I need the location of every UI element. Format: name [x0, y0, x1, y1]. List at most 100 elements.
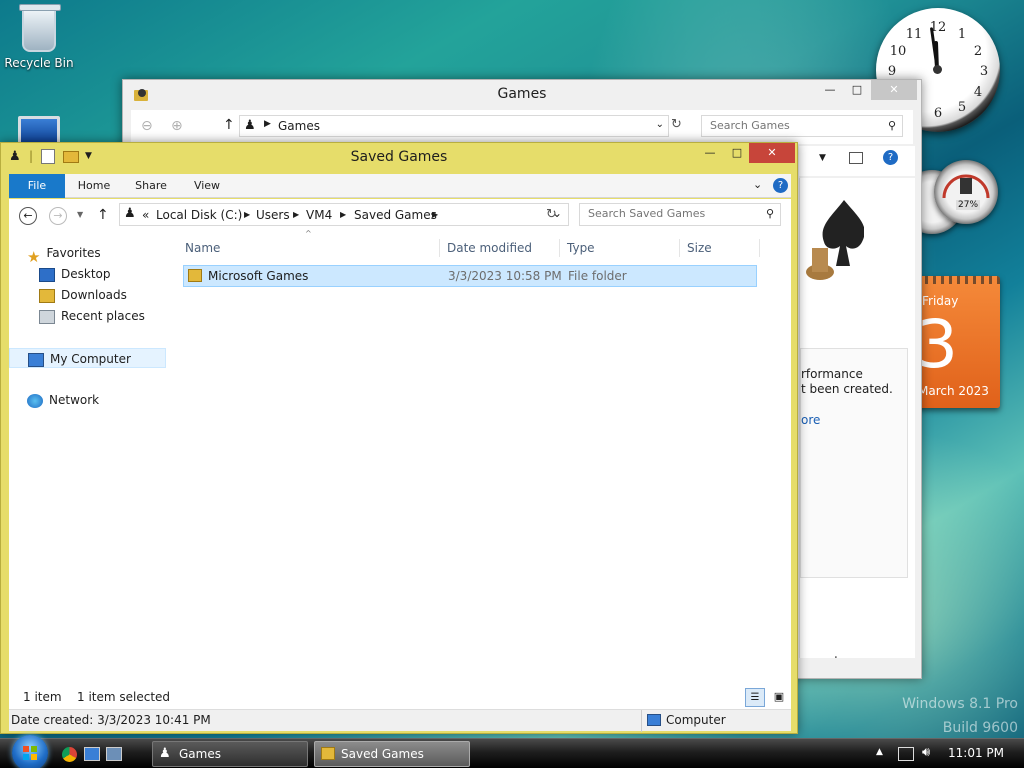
cpu-percent: 27% — [956, 200, 981, 210]
details-view-icon[interactable]: ☰ — [745, 688, 765, 707]
games-search-input[interactable] — [710, 119, 880, 132]
help-icon[interactable]: ? — [773, 178, 788, 193]
games-crumb[interactable]: Games — [278, 119, 320, 133]
games-refresh-icon[interactable]: ↻ — [671, 117, 682, 132]
games-up-icon[interactable]: ↑ — [223, 117, 235, 133]
row-name: Microsoft Games — [208, 269, 309, 283]
chrome-icon[interactable] — [62, 747, 77, 762]
memory-meter-gadget[interactable]: 27% — [934, 160, 998, 224]
games-partial-text-2: t been created. — [801, 382, 893, 396]
breadcrumb-saved-games[interactable]: Saved Games — [354, 208, 437, 222]
saved-minimize-button[interactable]: — — [697, 143, 723, 163]
tab-share[interactable]: Share — [127, 174, 175, 198]
nav-recent-places[interactable]: Recent places — [39, 306, 145, 326]
games-address-dropdown-icon[interactable]: ⌄ — [656, 119, 664, 130]
network-tray-icon[interactable] — [898, 747, 914, 761]
tray-overflow-icon[interactable]: ▲ — [876, 747, 883, 757]
meter-needle-icon — [942, 174, 990, 199]
start-button[interactable] — [12, 735, 48, 768]
nav-network[interactable]: Network — [27, 390, 99, 410]
recent-locations-icon[interactable]: ▼ — [77, 210, 83, 219]
breadcrumb-vm4[interactable]: VM4 — [306, 208, 332, 222]
clock-time[interactable]: 11:01 PM — [948, 746, 1004, 760]
volume-icon[interactable]: 🔊︎ — [922, 745, 930, 760]
taskbar-saved-games-label: Saved Games — [341, 747, 424, 761]
clock-number: 1 — [957, 27, 967, 42]
games-titlebar[interactable]: Games — □ ✕ — [123, 80, 921, 108]
column-type[interactable]: Type — [567, 235, 677, 261]
address-bar[interactable]: ♟ « Local Disk (C:) ▶ Users ▶ VM4 ▶ Save… — [119, 203, 569, 226]
nav-computer-label: My Computer — [50, 352, 131, 366]
back-icon[interactable]: ← — [19, 207, 37, 225]
calendar-gadget[interactable]: Friday 3 March 2023 — [912, 276, 1000, 408]
search-input[interactable] — [588, 207, 758, 220]
date-created: Date created: 3/3/2023 10:41 PM — [11, 713, 211, 727]
games-close-button[interactable]: ✕ — [871, 80, 917, 100]
tab-file[interactable]: File — [9, 174, 65, 198]
games-preview-pane-icon[interactable] — [849, 152, 863, 164]
column-size[interactable]: Size — [687, 235, 757, 261]
forward-icon[interactable]: → — [49, 207, 67, 225]
games-window-title: Games — [497, 86, 547, 102]
nav-desktop[interactable]: Desktop — [39, 264, 111, 284]
games-help-icon[interactable]: ? — [883, 150, 898, 165]
games-toolbar-right: ▼ ? — [799, 146, 915, 176]
nav-downloads[interactable]: Downloads — [39, 285, 127, 305]
saved-close-button[interactable]: ✕ — [749, 143, 795, 163]
switch-windows-icon[interactable] — [106, 747, 122, 761]
column-separator[interactable] — [679, 239, 680, 257]
clock-center — [933, 65, 942, 74]
games-forward-icon[interactable]: ⊕ — [171, 118, 183, 134]
address-location-icon: ♟ — [124, 206, 136, 221]
column-separator[interactable] — [759, 239, 760, 257]
column-name[interactable]: Name — [185, 235, 435, 261]
games-minimize-button[interactable]: — — [817, 80, 843, 100]
games-crumb-chevron-icon: ▶ — [264, 119, 271, 129]
games-back-icon[interactable]: ⊖ — [141, 118, 153, 134]
table-row[interactable]: Microsoft Games 3/3/2023 10:58 PM File f… — [183, 265, 757, 287]
column-separator[interactable] — [559, 239, 560, 257]
clock-number: 3 — [979, 64, 989, 79]
games-maximize-button[interactable]: □ — [844, 80, 870, 100]
refresh-icon[interactable]: ↻ — [546, 207, 557, 222]
ribbon-expand-icon[interactable]: ⌄ — [753, 178, 762, 191]
clock-number: 10 — [889, 44, 907, 59]
downloads-icon — [39, 288, 55, 303]
saved-maximize-button[interactable]: □ — [724, 143, 750, 163]
games-search-box[interactable]: ⚲ — [701, 115, 903, 137]
taskbar-saved-games-button[interactable]: Saved Games — [314, 741, 470, 767]
breadcrumb-users[interactable]: Users — [256, 208, 290, 222]
saved-titlebar[interactable]: ♟ | ▼ Saved Games — □ ✕ — [1, 143, 797, 173]
row-type: File folder — [568, 269, 627, 283]
breadcrumb-overflow[interactable]: « — [142, 208, 149, 222]
breadcrumb-local-disk[interactable]: Local Disk (C:) — [156, 208, 242, 222]
nav-my-computer[interactable]: My Computer — [9, 348, 166, 368]
show-desktop-icon[interactable] — [84, 747, 100, 761]
games-info-panel: rformance t been created. ore — [800, 348, 908, 578]
recycle-bin-desktop-icon[interactable]: Recycle Bin — [2, 4, 76, 70]
taskbar-games-button[interactable]: ♟ Games — [152, 741, 308, 767]
up-icon[interactable]: ↑ — [97, 207, 109, 223]
games-address-bar[interactable]: ♟ ▶ Games ⌄ — [239, 115, 669, 137]
games-learn-more-link[interactable]: ore — [801, 413, 820, 427]
recent-places-icon — [39, 309, 55, 324]
search-box[interactable]: ⚲ — [579, 203, 781, 226]
tab-home[interactable]: Home — [71, 174, 117, 198]
search-icon: ⚲ — [765, 207, 774, 220]
calendar-day: 3 — [916, 306, 958, 383]
nav-favorites-label: Favorites — [46, 246, 101, 260]
nav-desktop-label: Desktop — [61, 267, 111, 281]
nav-favorites[interactable]: ★ Favorites — [27, 243, 101, 266]
tab-view[interactable]: View — [185, 174, 229, 198]
games-options-dropdown-icon[interactable]: ▼ — [819, 153, 826, 163]
clock-number: 9 — [887, 64, 897, 79]
star-icon: ★ — [27, 247, 41, 266]
calendar-month-year: March 2023 — [918, 384, 989, 398]
column-separator[interactable] — [439, 239, 440, 257]
column-date-modified[interactable]: Date modified — [447, 235, 557, 261]
large-icons-view-icon[interactable]: ▣ — [769, 688, 789, 707]
folder-icon — [188, 269, 202, 282]
saved-games-window[interactable]: ♟ | ▼ Saved Games — □ ✕ File Home Share … — [0, 142, 798, 734]
saved-window-title: Saved Games — [350, 149, 448, 165]
games-address-row: ⊖ ⊕ ↑ ♟ ▶ Games ⌄ ↻ ⚲ — [131, 110, 913, 144]
